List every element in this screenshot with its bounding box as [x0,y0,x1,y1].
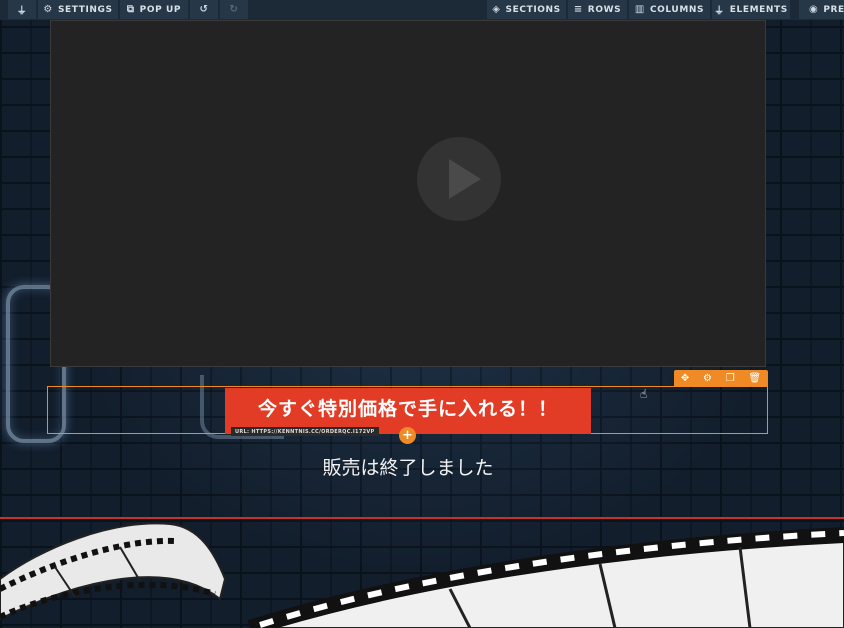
copy-icon[interactable]: ❐ [726,373,735,384]
cube-icon: ◈ [492,4,501,15]
cta-url-badge: URL: HTTPS://KENNTNIS.CC/ORDERQC.I172VP [231,427,379,436]
sections-label: SECTIONS [505,4,561,15]
row-toolbar: ✥ ⚙ ❐ 🗑 [674,370,768,387]
editor-toolbar: ⏚ ⚙ SETTINGS ⧉ POP UP ↺ ↻ ◈ SECTIONS ≡ R… [0,0,844,20]
film-strip-decoration [0,522,844,628]
sections-button[interactable]: ◈ SECTIONS [487,0,566,19]
cta-button-label: 今すぐ特別価格で手に入れる！！ [257,397,558,420]
undo-button[interactable]: ↺ [190,0,218,19]
popup-button[interactable]: ⧉ POP UP [120,0,188,19]
bars-icon: ≡ [573,4,583,15]
columns-button[interactable]: ▥ COLUMNS [629,0,710,19]
redo-button[interactable]: ↻ [220,0,248,19]
redo-icon: ↻ [229,4,239,15]
columns-label: COLUMNS [649,4,705,15]
move-icon[interactable]: ✥ [681,373,689,384]
add-element-button[interactable]: + [399,427,416,444]
video-player[interactable] [50,20,766,367]
columns-icon: ▥ [634,4,645,15]
elements-button[interactable]: ⏚ ELEMENTS [712,0,790,19]
rows-button[interactable]: ≡ ROWS [568,0,627,19]
undo-icon: ↺ [199,4,209,15]
gear-icon[interactable]: ⚙ [703,373,712,384]
preview-button[interactable]: ◉ PREV [799,0,844,19]
rows-label: ROWS [587,4,622,15]
mouse-cursor-icon: ☝ [640,387,648,401]
external-link-icon: ⧉ [126,4,135,15]
sold-out-text: 販売は終了しました [322,457,494,479]
gears-icon: ⚙ [43,4,53,15]
settings-label: SETTINGS [57,4,113,15]
preview-label: PREV [823,4,844,15]
plug-icon: ⏚ [16,6,28,17]
popup-label: POP UP [139,4,182,15]
eye-icon: ◉ [809,4,819,15]
elements-label: ELEMENTS [729,4,788,15]
settings-button[interactable]: ⚙ SETTINGS [38,0,118,19]
trash-icon[interactable]: 🗑 [748,373,761,384]
plug-icon: ⏚ [714,6,725,17]
toolbar-plug-button[interactable]: ⏚ [8,0,36,19]
play-button-icon[interactable] [417,137,501,221]
